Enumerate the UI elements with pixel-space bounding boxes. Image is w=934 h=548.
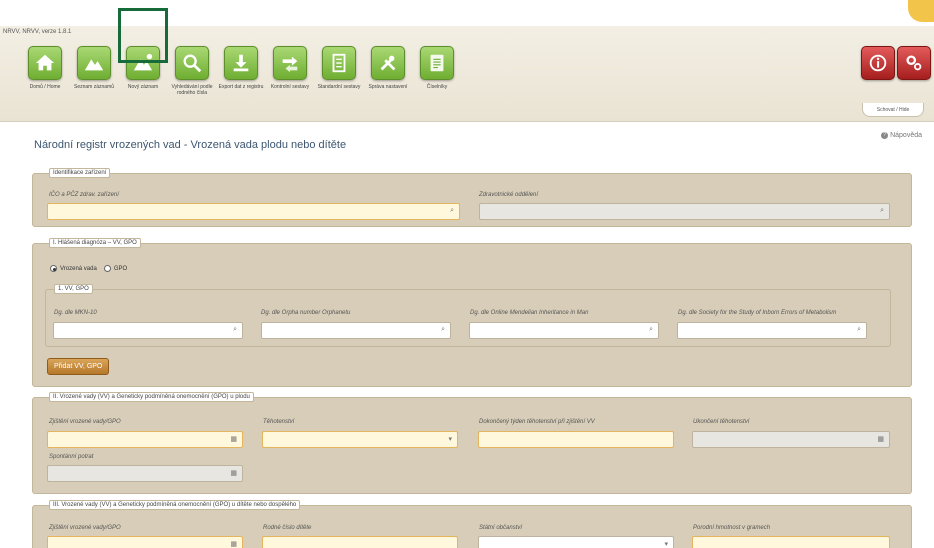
birth-weight-field[interactable] [692, 536, 890, 548]
tools-icon [371, 46, 405, 80]
birth-number-field[interactable] [262, 536, 458, 548]
calendar-icon: ▦ [877, 436, 884, 443]
calendar-icon: ▦ [230, 541, 237, 548]
mountain-plus-icon [126, 46, 160, 80]
toolbar-export-button[interactable]: Export dat z registru [215, 46, 267, 90]
hide-toolbar-tab[interactable]: Schovat / Hide [862, 103, 924, 117]
search-icon: ⌕ [649, 326, 653, 333]
miscarriage-date-field[interactable]: ▦ [47, 465, 243, 482]
section-facility-id: Identifikace zařízení IČO a PČZ zdrav. z… [32, 168, 912, 227]
search-icon: ⌕ [857, 326, 861, 333]
mountain-icon [77, 46, 111, 80]
radio-gpo[interactable] [103, 265, 111, 272]
calendar-icon: ▦ [230, 470, 237, 477]
toolbar-gears-button[interactable] [888, 46, 934, 80]
toolbar-control-reports-button[interactable]: Kontrolní sestavy [264, 46, 316, 90]
form-page: Národní registr vrozených vad - Vrozená … [18, 125, 934, 548]
citizenship-select[interactable]: ▾ [478, 536, 674, 548]
version-label: NRVV, NRVV, verze 1.8.1 [3, 29, 72, 35]
section-fetus: II. Vrozené vady (VV) a Geneticky podmín… [32, 392, 912, 494]
radio-vv[interactable] [50, 265, 57, 272]
arrows-icon [273, 46, 307, 80]
chevron-down-icon: ▾ [448, 436, 452, 443]
subsection-legend: 1. VV, GPO [54, 284, 93, 294]
list-document-icon [420, 46, 454, 80]
vv-detection-date-field[interactable]: ▦ [47, 431, 243, 448]
ico-field[interactable]: ⌕ [47, 203, 460, 220]
search-icon: ⌕ [233, 326, 237, 333]
mkn10-field[interactable]: ⌕ [53, 322, 243, 339]
toolbar-settings-button[interactable]: Správa nastavení [362, 46, 414, 90]
calendar-icon: ▦ [230, 436, 237, 443]
document-icon [322, 46, 356, 80]
orpha-field[interactable]: ⌕ [261, 322, 451, 339]
child-vv-detection-date-field[interactable]: ▦ [47, 536, 243, 548]
pregnancy-select[interactable]: ▾ [262, 431, 458, 448]
section-legend: I. Hlášená diagnóza – VV, GPO [49, 238, 141, 248]
omim-field[interactable]: ⌕ [469, 322, 659, 339]
toolbar-new-record-button[interactable]: Nový záznam [117, 46, 169, 90]
help-icon: ? [881, 132, 889, 139]
add-vv-gpo-button[interactable]: Přidat VV, GPO [47, 358, 110, 375]
ssiem-field[interactable]: ⌕ [677, 322, 867, 339]
download-icon [224, 46, 258, 80]
section-child: III. Vrozené vady (VV) a Geneticky podmí… [32, 500, 912, 548]
pregnancy-week-field[interactable] [478, 431, 674, 448]
help-link[interactable]: ? Nápověda [881, 132, 922, 139]
section-legend: III. Vrozené vady (VV) a Geneticky podmí… [49, 500, 301, 510]
page-title: Národní registr vrozených vad - Vrozená … [34, 139, 347, 151]
search-icon: ⌕ [441, 326, 445, 333]
section-legend: Identifikace zařízení [49, 168, 111, 178]
toolbar-home-button[interactable]: Domů / Home [19, 46, 71, 90]
subsection-vv-gpo: 1. VV, GPO Dg. dle MKN-10 ⌕ Dg. dle Orph… [45, 284, 891, 347]
home-icon [28, 46, 62, 80]
top-blank-area [0, 0, 934, 26]
diagnosis-type-radio-group: Vrozená vada GPO [50, 265, 127, 272]
toolbar-records-list-button[interactable]: Seznam záznamů [68, 46, 120, 90]
department-field[interactable]: ⌕ [479, 203, 890, 220]
pregnancy-end-date-field[interactable]: ▦ [692, 431, 890, 448]
chevron-down-icon: ▾ [664, 541, 668, 548]
toolbar-search-by-id-button[interactable]: Vyhledávání podle rodného čísla [166, 46, 218, 96]
search-icon: ⌕ [450, 207, 454, 214]
toolbar-standard-reports-button[interactable]: Standardní sestavy [313, 46, 365, 90]
section-diagnosis: I. Hlášená diagnóza – VV, GPO Vrozená va… [32, 238, 912, 387]
search-icon: ⌕ [880, 207, 884, 214]
app-toolbar: NRVV, NRVV, verze 1.8.1 Domů / Home Sezn… [0, 26, 934, 122]
gears-icon [897, 46, 931, 80]
section-legend: II. Vrozené vady (VV) a Geneticky podmín… [49, 392, 254, 402]
magnifier-icon [175, 46, 209, 80]
toolbar-codebooks-button[interactable]: Číselníky [411, 46, 463, 90]
